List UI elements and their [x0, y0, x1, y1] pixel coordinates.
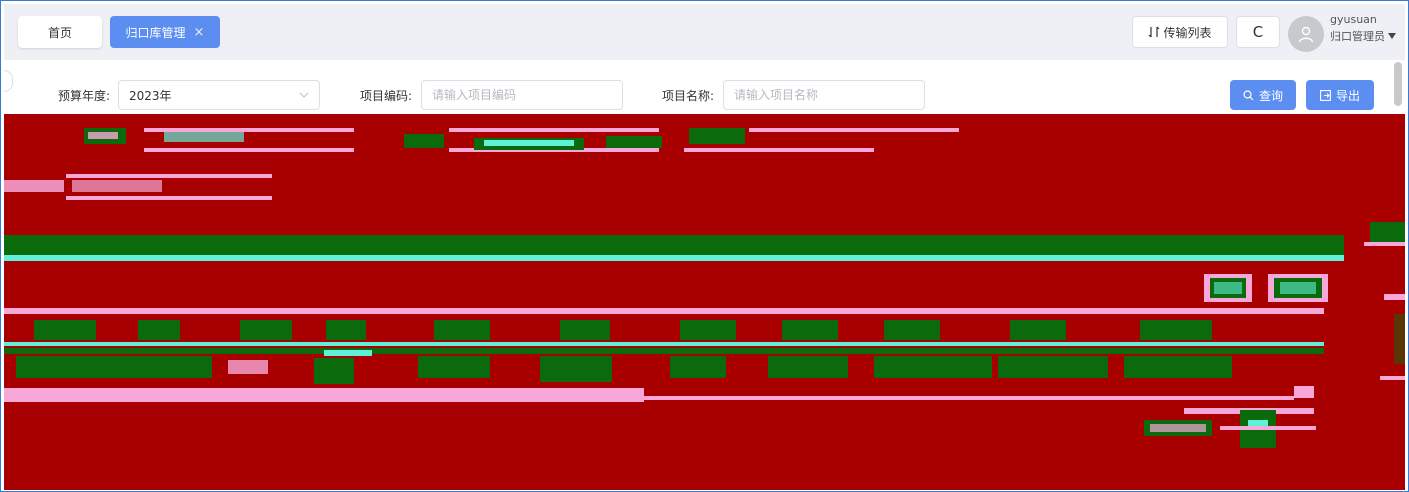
corruption-artifacts	[4, 128, 1405, 448]
export-button[interactable]: 导出	[1306, 80, 1374, 110]
query-button[interactable]: 查询	[1230, 80, 1296, 110]
tab-home[interactable]: 首页	[18, 16, 102, 48]
corrupted-render-area	[4, 114, 1405, 490]
project-code-input[interactable]	[421, 80, 623, 110]
refresh-button[interactable]: C	[1236, 16, 1280, 48]
top-bar: 首页 归口库管理 × 传输列表 C gyusuan 归口管理员	[4, 4, 1405, 60]
user-role-dropdown[interactable]: 归口管理员	[1330, 28, 1396, 44]
year-select-value: 2023年	[129, 88, 172, 103]
tab-active-label: 归口库管理	[125, 25, 186, 40]
chevron-down-icon	[1388, 33, 1396, 39]
export-label: 导出	[1335, 88, 1360, 103]
export-icon	[1320, 89, 1331, 101]
transfer-list-button[interactable]: 传输列表	[1132, 16, 1228, 48]
name-label: 项目名称:	[662, 89, 715, 103]
tab-gui-kou-ku-guanli[interactable]: 归口库管理 ×	[110, 16, 220, 48]
chevron-down-icon	[299, 92, 309, 98]
close-icon[interactable]: ×	[194, 25, 205, 40]
avatar[interactable]	[1288, 16, 1324, 52]
user-name[interactable]: gyusuan	[1330, 13, 1377, 26]
query-label: 查询	[1258, 88, 1283, 103]
user-icon	[1298, 26, 1314, 43]
refresh-icon: C	[1252, 23, 1264, 41]
year-select[interactable]: 2023年	[118, 80, 320, 110]
scrollbar-thumb[interactable]	[1394, 62, 1402, 106]
transfer-icon	[1149, 26, 1160, 38]
year-label: 预算年度:	[58, 89, 111, 103]
tab-home-label: 首页	[47, 25, 72, 40]
user-role-label: 归口管理员	[1330, 30, 1385, 43]
project-name-input[interactable]	[723, 80, 925, 110]
search-icon	[1243, 89, 1254, 100]
code-label: 项目编码:	[360, 89, 413, 103]
transfer-list-label: 传输列表	[1163, 25, 1212, 40]
